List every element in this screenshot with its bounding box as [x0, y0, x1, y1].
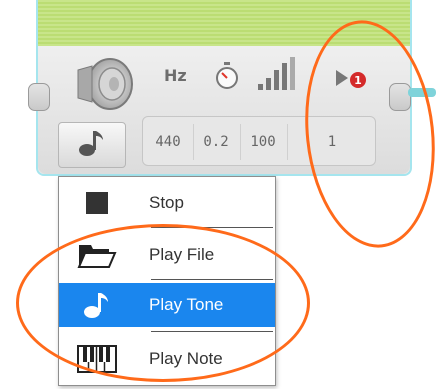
sequence-input-connector[interactable] [28, 83, 50, 111]
stop-square-icon [77, 188, 117, 218]
duration-input[interactable]: 0.2 [193, 124, 238, 160]
mode-selector-button[interactable] [58, 122, 126, 168]
timer-icon [214, 62, 240, 90]
hz-icon: Hz [164, 66, 187, 85]
music-note-icon [77, 128, 107, 162]
highlight-ring-play-tone [16, 224, 310, 382]
frequency-input[interactable]: 440 [146, 124, 190, 160]
volume-input[interactable]: 100 [240, 124, 285, 160]
menu-item-stop[interactable]: Stop [59, 181, 275, 225]
speaker-icon [74, 56, 134, 112]
volume-bars-icon [256, 56, 300, 92]
